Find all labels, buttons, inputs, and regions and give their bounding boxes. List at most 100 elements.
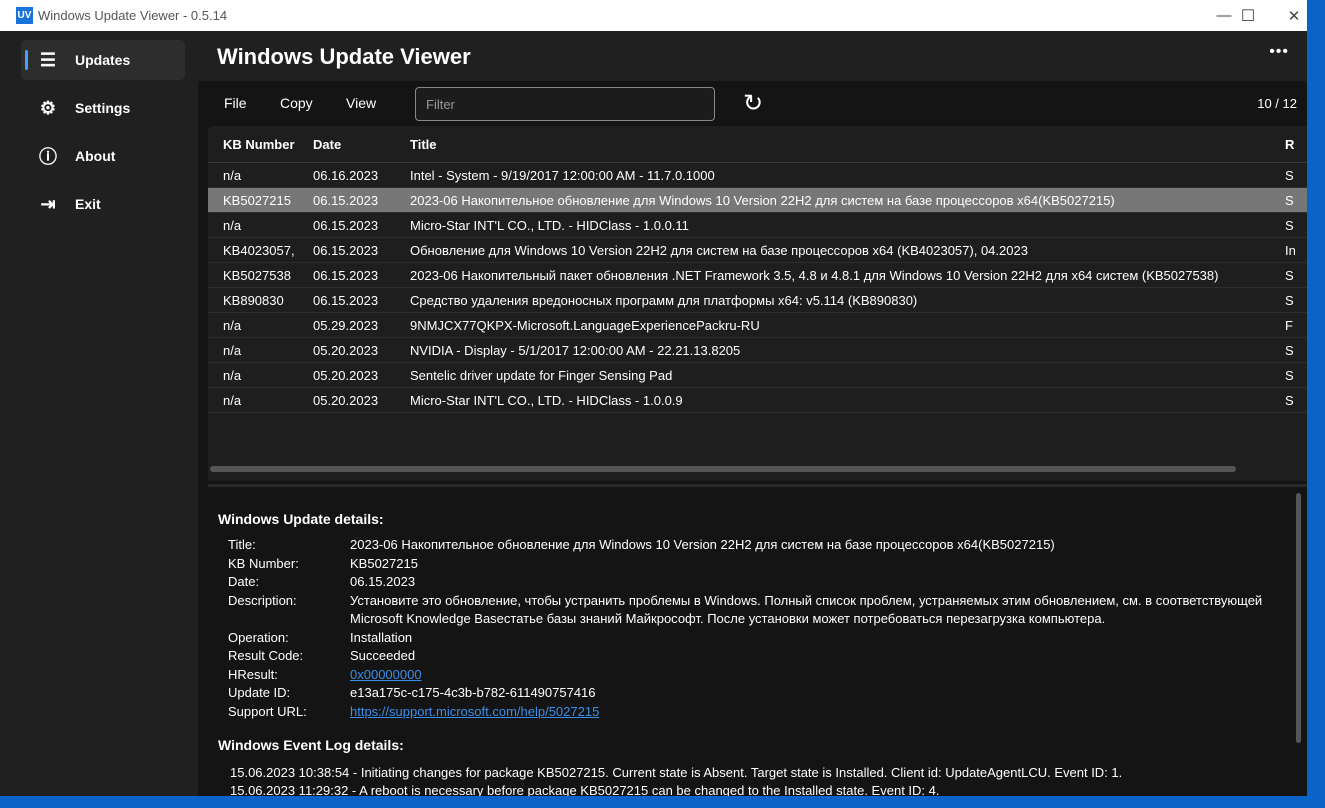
table-cell: Micro-Star INT'L CO., LTD. - HIDClass - … (410, 392, 683, 408)
refresh-icon[interactable]: ↻ (743, 89, 763, 118)
detail-value: e13a175c-c175-4c3b-b782-611490757416 (350, 685, 596, 700)
detail-field: Description: Установите это обновление, ч… (228, 592, 1280, 629)
updates-table: KB Number Date Title R n/a 06.16.2023 Inte… (208, 126, 1307, 481)
detail-field: Date: 06.15.2023 (228, 573, 1280, 592)
more-options-icon[interactable]: ••• (1269, 43, 1289, 61)
table-cell: 05.20.2023 (313, 342, 379, 358)
splitter[interactable] (208, 484, 1307, 487)
detail-field: Support URL: https://support.microsoft.co… (228, 703, 599, 722)
table-row[interactable]: KB890830 06.15.2023 Средство удаления вред… (208, 288, 1307, 313)
table-cell: S (1285, 292, 1294, 308)
sidebar-item-label: Settings (75, 100, 131, 116)
log-entry: 15.06.2023 10:38:54 - Initiating changes… (230, 765, 1123, 780)
table-cell: n/a (223, 367, 242, 383)
table-row[interactable]: n/a 05.20.2023 Sentelic driver update for … (208, 363, 1307, 388)
detail-value: Установите это обновление, чтобы устрани… (350, 592, 1263, 627)
detail-label: Operation: (228, 629, 289, 645)
table-cell: n/a (223, 392, 242, 408)
table-cell: S (1285, 192, 1294, 208)
table-row[interactable]: n/a 06.15.2023 Micro-Star INT'L CO., LTD. … (208, 213, 1307, 238)
table-cell: n/a (223, 167, 242, 183)
detail-field: KB Number: KB5027215 (228, 555, 1280, 574)
table-row[interactable]: n/a 05.20.2023 NVIDIA - Display - 5/1/2017… (208, 338, 1307, 363)
sidebar-item-exit[interactable]: ⇥ Exit (21, 184, 185, 224)
detail-value: Installation (350, 629, 413, 645)
table-cell: S (1285, 342, 1294, 358)
list-icon: ☰ (39, 49, 57, 70)
close-button[interactable]: ✕ (1271, 0, 1307, 31)
detail-value: KB5027215 (350, 555, 418, 571)
table-cell: 05.20.2023 (313, 367, 379, 383)
table-cell: KB5027538 (223, 267, 291, 283)
detail-label: Support URL: (228, 703, 307, 719)
detail-link[interactable]: 0x00000000 (350, 666, 422, 685)
active-indicator (25, 50, 28, 70)
table-cell: S (1285, 267, 1294, 283)
detail-label: HResult: (228, 666, 278, 682)
column-title[interactable]: Title (410, 137, 1285, 152)
detail-label: Title: (228, 537, 256, 552)
title-bar: UV Windows Update Viewer - 0.5.14 — ☐ ✕ (0, 0, 1307, 31)
gear-icon: ⚙ (39, 97, 57, 118)
column-result[interactable]: R (1285, 137, 1305, 152)
details-heading: Windows Update details: (218, 511, 384, 527)
sidebar-item-about[interactable]: ⓘ About (21, 136, 185, 176)
detail-field: Operation: Installation (228, 629, 1280, 648)
detail-link[interactable]: https://support.microsoft.com/help/50272… (350, 703, 599, 722)
table-row[interactable]: n/a 05.20.2023 Micro-Star INT'L CO., LTD. … (208, 388, 1307, 413)
detail-value: Succeeded (350, 648, 416, 663)
table-cell: Micro-Star INT'L CO., LTD. - HIDClass - … (410, 217, 689, 233)
detail-field: HResult: 0x00000000 (228, 666, 422, 685)
maximize-button[interactable]: ☐ (1225, 0, 1271, 31)
page-title: Windows Update Viewer (217, 44, 471, 69)
horizontal-scrollbar[interactable] (210, 466, 1236, 472)
table-cell: NVIDIA - Display - 5/1/2017 12:00:00 AM … (410, 342, 741, 358)
log-entry: 15.06.2023 11:29:32 - A reboot is necess… (230, 783, 940, 796)
table-cell: S (1285, 167, 1294, 183)
table-row[interactable]: n/a 05.29.2023 9NMJCX77QKPX-Microsoft.Lang… (208, 313, 1307, 338)
table-cell: F (1285, 317, 1293, 333)
table-cell: KB890830 (223, 292, 284, 308)
detail-field: Result Code: Succeeded (228, 647, 1280, 666)
table-cell: Intel - System - 9/19/2017 12:00:00 AM -… (410, 167, 715, 183)
app-icon: UV (16, 7, 33, 24)
table-cell: 2023-06 Накопительный пакет обновления .… (410, 267, 1219, 283)
table-cell: S (1285, 217, 1294, 233)
table-cell: 06.15.2023 (313, 242, 379, 258)
table-cell: n/a (223, 342, 242, 358)
table-row[interactable]: KB5027538 06.15.2023 2023-06 Накопительный… (208, 263, 1307, 288)
table-cell: n/a (223, 317, 242, 333)
table-cell: 06.15.2023 (313, 292, 379, 308)
table-row[interactable]: KB4023057, 06.15.2023 Обновление для Windo… (208, 238, 1307, 263)
table-cell: 05.29.2023 (313, 317, 379, 333)
table-row[interactable]: KB5027215 06.15.2023 2023-06 Накопительное… (208, 188, 1307, 213)
result-count: 10 / 12 (1257, 96, 1297, 111)
event-log-heading: Windows Event Log details: (218, 737, 404, 753)
app-window: UV Windows Update Viewer - 0.5.14 — ☐ ✕ … (0, 0, 1307, 796)
column-date[interactable]: Date (313, 137, 410, 152)
detail-field: Title: 2023-06 Накопительное обновление д… (228, 536, 1280, 555)
detail-field: Update ID: e13a175c-c175-4c3b-b782-611490… (228, 684, 1280, 703)
table-cell: 06.16.2023 (313, 167, 379, 183)
vertical-scrollbar[interactable] (1296, 493, 1301, 743)
sidebar-item-label: Updates (75, 52, 131, 68)
menu-view[interactable]: View (346, 95, 376, 111)
filter-input[interactable] (415, 87, 715, 121)
detail-label: Update ID: (228, 685, 291, 700)
sidebar-item-updates[interactable]: ☰ Updates (21, 40, 185, 80)
table-row[interactable]: n/a 06.16.2023 Intel - System - 9/19/2017 … (208, 163, 1307, 188)
menu-file[interactable]: File (224, 95, 247, 111)
detail-value: 2023-06 Накопительное обновление для Win… (350, 537, 1055, 552)
table-cell: S (1285, 367, 1294, 383)
column-kb-number[interactable]: KB Number (208, 137, 313, 152)
table-cell: In (1285, 242, 1296, 258)
sidebar-item-settings[interactable]: ⚙ Settings (21, 88, 185, 128)
table-cell: n/a (223, 217, 242, 233)
details-panel: Windows Update details: Title: 2023-06 На… (208, 489, 1307, 796)
table-cell: Sentelic driver update for Finger Sensin… (410, 367, 673, 383)
sidebar-item-label: About (75, 148, 116, 164)
table-cell: 2023-06 Накопительное обновление для Win… (410, 192, 1115, 208)
main-area: Windows Update Viewer ••• File Copy View… (198, 31, 1307, 796)
menu-copy[interactable]: Copy (280, 95, 313, 111)
table-cell: 06.15.2023 (313, 217, 379, 233)
